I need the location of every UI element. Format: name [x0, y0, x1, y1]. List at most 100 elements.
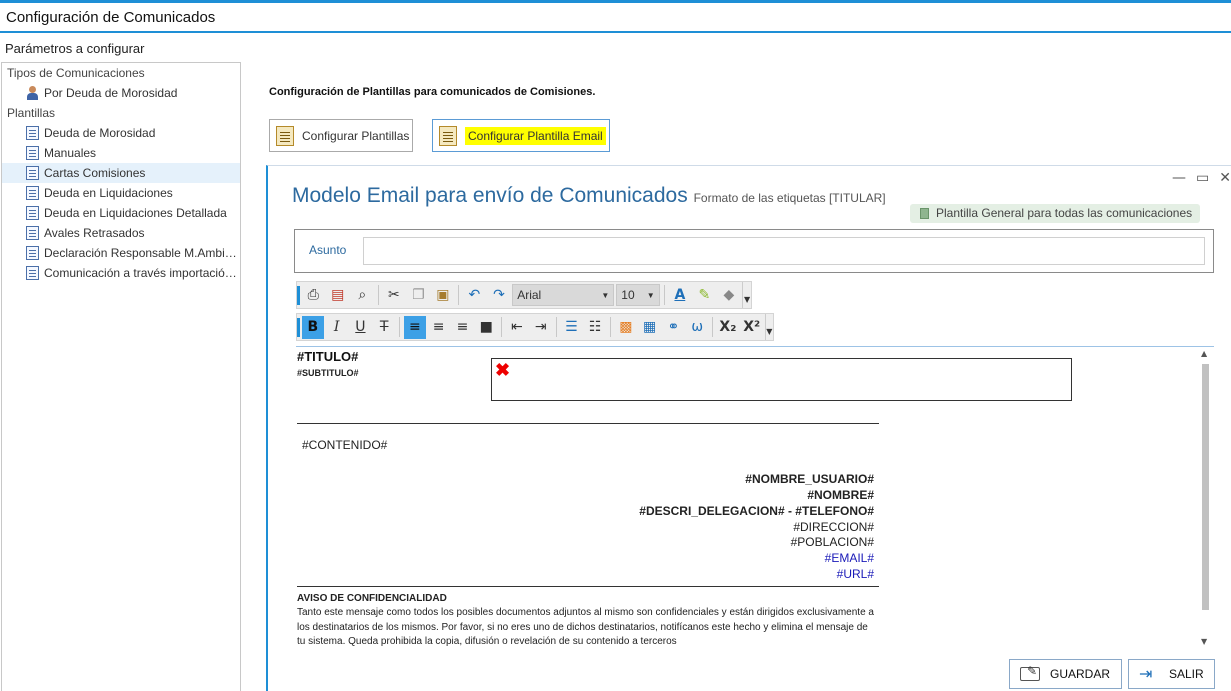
guardar-button[interactable]: GUARDAR	[1009, 659, 1122, 689]
title-divider	[0, 31, 1231, 33]
format-note: Formato de las etiquetas [TITULAR]	[693, 191, 886, 205]
template-doc-icon	[26, 166, 39, 180]
tree-item-avales-retrasados[interactable]: Avales Retrasados	[2, 223, 240, 243]
sig-nombre-usuario: #NOMBRE_USUARIO#	[745, 472, 874, 486]
tree-item-label: Comunicación a través importación E...	[44, 266, 238, 280]
divider	[297, 586, 879, 587]
underline-icon[interactable]: U	[350, 316, 372, 339]
tree-item-deuda-liquidaciones-detallada[interactable]: Deuda en Liquidaciones Detallada	[2, 203, 240, 223]
bold-icon[interactable]: B	[302, 315, 324, 339]
numbered-list-icon[interactable]: ☷	[584, 316, 606, 339]
subject-input[interactable]	[363, 237, 1205, 265]
tree-item-label: Por Deuda de Morosidad	[44, 86, 178, 100]
doc-content-tag: #CONTENIDO#	[302, 438, 388, 452]
special-character-icon[interactable]: ω	[686, 316, 708, 339]
align-center-icon[interactable]: ≡	[428, 316, 450, 339]
salir-button[interactable]: SALIR	[1128, 659, 1215, 689]
tree-item-deuda-liquidaciones[interactable]: Deuda en Liquidaciones	[2, 183, 240, 203]
font-color-icon[interactable]: A	[669, 284, 692, 307]
tree-item-cartas-comisiones[interactable]: Cartas Comisiones	[2, 163, 240, 183]
find-icon[interactable]: ⌕	[351, 284, 374, 307]
doc-title-tag: #TITULO#	[297, 349, 359, 364]
toolbar-separator	[610, 317, 611, 337]
print-icon[interactable]: ⎙	[302, 284, 325, 307]
tree-item-declaracion-responsable[interactable]: Declaración Responsable M.Ambiente	[2, 243, 240, 263]
bullet-list-icon[interactable]: ☰	[561, 316, 583, 339]
tree-item-comunicacion-importacion[interactable]: Comunicación a través importación E...	[2, 263, 240, 283]
params-tree[interactable]: Tipos de Comunicaciones Por Deuda de Mor…	[1, 62, 241, 691]
align-left-icon[interactable]: ≡	[404, 315, 426, 339]
tree-group-plantillas[interactable]: Plantillas	[2, 103, 240, 123]
sig-email[interactable]: #EMAIL#	[825, 551, 874, 565]
tree-item-deuda-morosidad[interactable]: Deuda de Morosidad	[2, 123, 240, 143]
tree-item-label: Cartas Comisiones	[44, 166, 146, 180]
align-right-icon[interactable]: ≡	[452, 316, 474, 339]
toolbar-overflow-icon[interactable]: ▼	[742, 282, 751, 308]
general-template-tag[interactable]: Plantilla General para todas las comunic…	[910, 204, 1201, 223]
eraser-icon[interactable]: ◆	[718, 284, 741, 307]
indent-icon[interactable]: ⇥	[530, 316, 552, 339]
email-template-panel: — ▭ ✕ Modelo Email para envío de Comunic…	[266, 165, 1231, 691]
template-doc-icon	[26, 206, 39, 220]
window-title: Configuración de Comunicados	[6, 9, 216, 26]
font-name-value: Arial	[517, 288, 542, 302]
tree-item-manuales[interactable]: Manuales	[2, 143, 240, 163]
cut-icon[interactable]: ✂	[383, 284, 406, 307]
email-template-icon	[439, 125, 457, 146]
image-placeholder[interactable]: ✖	[491, 358, 1072, 401]
scroll-thumb[interactable]	[1202, 364, 1209, 610]
sig-direccion: #DIRECCION#	[793, 520, 874, 534]
insert-image-icon[interactable]: ▩	[615, 316, 637, 339]
minimize-icon[interactable]: —	[1172, 170, 1186, 186]
save-icon	[1020, 664, 1040, 681]
font-name-select[interactable]: Arial ▼	[512, 284, 615, 306]
editor-scrollbar[interactable]: ▲ ▼	[1198, 347, 1213, 652]
copy-icon[interactable]: ❐	[407, 284, 430, 307]
toolbar-overflow-icon[interactable]: ▼	[764, 314, 774, 340]
undo-icon[interactable]: ↶	[463, 284, 486, 307]
tree-item-label: Deuda de Morosidad	[44, 126, 156, 140]
panel-title: Modelo Email para envío de Comunicados F…	[292, 184, 886, 208]
tree-item-por-deuda-morosidad[interactable]: Por Deuda de Morosidad	[2, 83, 240, 103]
template-doc-icon	[26, 246, 39, 260]
toolbar-grip[interactable]	[297, 286, 300, 305]
tree-item-label: Deuda en Liquidaciones	[44, 186, 173, 200]
divider	[297, 423, 879, 424]
button-label: Configurar Plantilla Email	[465, 126, 606, 145]
italic-icon[interactable]: I	[326, 316, 348, 339]
debtor-person-icon	[26, 86, 39, 100]
email-body-editor[interactable]: #TITULO# #SUBTITULO# ✖ #CONTENIDO# #NOMB…	[296, 346, 1214, 651]
scroll-down-icon[interactable]: ▼	[1201, 637, 1207, 646]
maximize-icon[interactable]: ▭	[1196, 170, 1209, 186]
configurar-plantillas-button[interactable]: Configurar Plantillas	[269, 119, 413, 152]
template-doc-icon	[26, 266, 39, 280]
exit-icon	[1139, 664, 1159, 684]
font-size-value: 10	[621, 288, 635, 302]
justify-icon[interactable]: ■	[475, 316, 497, 339]
highlight-icon[interactable]: ✎	[693, 284, 716, 307]
close-icon[interactable]: ✕	[1219, 170, 1231, 186]
pdf-icon[interactable]: ▤	[327, 284, 350, 307]
strikethrough-icon[interactable]: T	[373, 316, 395, 339]
configurar-plantilla-email-button[interactable]: Configurar Plantilla Email	[432, 119, 610, 152]
toolbar-grip[interactable]	[297, 318, 300, 337]
scroll-up-icon[interactable]: ▲	[1201, 349, 1207, 358]
toolbar-separator	[458, 285, 460, 305]
chevron-down-icon: ▼	[646, 290, 655, 300]
broken-image-icon: ✖	[495, 360, 511, 380]
subscript-icon[interactable]: X₂	[717, 316, 739, 339]
tree-item-label: Manuales	[44, 146, 97, 160]
confidentiality-heading: AVISO DE CONFIDENCIALIDAD	[297, 593, 447, 604]
general-tag-label: Plantilla General para todas las comunic…	[936, 206, 1193, 220]
redo-icon[interactable]: ↷	[488, 284, 511, 307]
insert-link-icon[interactable]: ⚭	[663, 316, 685, 339]
outdent-icon[interactable]: ⇤	[506, 316, 528, 339]
font-size-select[interactable]: 10 ▼	[616, 284, 660, 306]
tree-group-tipos[interactable]: Tipos de Comunicaciones	[2, 63, 240, 83]
superscript-icon[interactable]: X²	[741, 316, 763, 339]
insert-table-icon[interactable]: ▦	[639, 316, 661, 339]
sig-url[interactable]: #URL#	[837, 567, 874, 581]
paste-icon[interactable]: ▣	[432, 284, 455, 307]
sig-nombre: #NOMBRE#	[807, 488, 874, 502]
template-doc-icon	[26, 126, 39, 140]
